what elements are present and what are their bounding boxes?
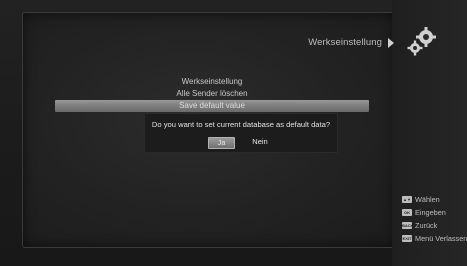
back-key-icon: BACK [402, 222, 414, 229]
legend-row-menu-verlassen: EXIT Menü Verlassen [402, 232, 467, 245]
confirm-dialog: Do you want to set current database as d… [144, 113, 338, 153]
legend-label: Eingeben [415, 208, 446, 217]
gear-icon [407, 27, 436, 56]
menu-item-save-default-value[interactable]: Save default value [55, 100, 369, 112]
factory-settings-menu: Werkseinstellung Alle Sender löschen Sav… [55, 76, 369, 112]
menu-item-alle-sender-loeschen[interactable]: Alle Sender löschen [55, 88, 369, 100]
legend-label: Menü Verlassen [415, 234, 467, 243]
arrow-right-icon [388, 38, 394, 48]
ok-key-icon: OK [402, 209, 412, 216]
tv-menu-screen: Werkseinstellung Werkseinstellung Alle S… [0, 0, 467, 266]
yes-button[interactable]: Ja [208, 137, 235, 149]
legend-row-zurueck: BACK Zurück [402, 219, 467, 232]
menu-item-werkseinstellung[interactable]: Werkseinstellung [55, 76, 369, 88]
exit-key-icon: EXIT [402, 235, 412, 242]
legend-label: Wählen [415, 195, 440, 204]
header-title: Werkseinstellung [308, 37, 382, 48]
legend-row-eingeben: OK Eingeben [402, 206, 467, 219]
legend-label: Zurück [415, 221, 438, 230]
updown-key-icon: ▲▼ [402, 196, 412, 203]
legend-row-waehlen: ▲▼ Wählen [402, 193, 467, 206]
no-button[interactable]: Nein [246, 137, 274, 147]
key-legend: ▲▼ Wählen OK Eingeben BACK Zurück EXIT M… [402, 193, 467, 245]
dialog-message: Do you want to set current database as d… [151, 120, 331, 129]
